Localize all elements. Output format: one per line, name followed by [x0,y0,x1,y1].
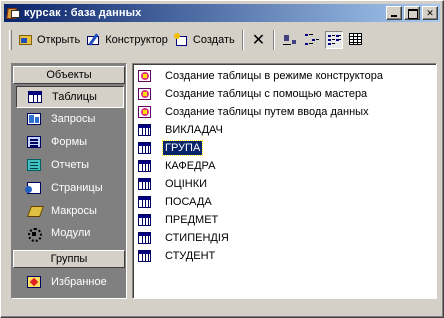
create-shortcut-icon [138,70,151,82]
minimize-button[interactable] [386,6,402,20]
small-icons-view-button[interactable] [303,31,321,49]
toolbar: Открыть Конструктор Создать ✕ [5,27,439,53]
list-view-button[interactable] [325,31,344,49]
design-label: Конструктор [105,34,168,46]
macro-icon [27,205,41,217]
table-row[interactable]: ГРУПА [138,139,204,157]
table-row[interactable]: ПОСАДА [138,193,214,211]
groups-header[interactable]: Группы [13,250,125,268]
list-item-label: Создание таблицы в режиме конструктора [165,70,383,82]
nav-item-favorites[interactable]: Избранное [16,271,124,293]
nav-item-label: Макросы [51,205,97,217]
nav-item-macros[interactable]: Макросы [16,200,124,222]
list-item[interactable]: Создание таблицы с помощью мастера [138,85,369,103]
create-label: Создать [192,34,235,46]
create-button[interactable]: Создать [171,29,238,51]
create-icon [173,33,190,47]
table-row[interactable]: КАФЕДРА [138,157,217,175]
table-icon [28,91,42,103]
open-label: Открыть [37,34,81,46]
design-icon [86,33,102,47]
nav-item-forms[interactable]: Формы [16,131,124,153]
table-icon [138,178,151,190]
toolbar-separator [273,30,276,50]
toolbar-grip[interactable] [9,30,12,50]
list-item-label: Создание таблицы путем ввода данных [165,106,369,118]
nav-item-label: Формы [51,136,88,148]
nav-item-label: Избранное [51,276,107,288]
report-icon [27,159,41,171]
create-shortcut-icon [138,88,151,100]
table-icon [138,250,151,262]
table-icon [138,214,151,226]
nav-item-tables[interactable]: Таблицы [16,86,124,108]
objects-bar: Объекты Таблицы Запросы Формы Отчеты Стр… [11,63,127,299]
table-icon [138,142,151,154]
database-window: курсак : база данных ✕ Открыть Конструкт… [0,0,444,318]
form-icon [27,136,41,148]
nav-item-label: Запросы [51,113,96,125]
delete-button[interactable]: ✕ [248,29,269,51]
nav-item-pages[interactable]: Страницы [16,177,124,199]
table-row[interactable]: ОЦІНКИ [138,175,209,193]
table-icon [138,232,151,244]
table-icon [138,196,151,208]
table-name: ГРУПА [161,140,204,156]
table-row[interactable]: СТИПЕНДІЯ [138,229,231,247]
close-button[interactable]: ✕ [422,6,438,20]
table-row[interactable]: СТУДЕНТ [138,247,217,265]
nav-item-label: Таблицы [52,91,97,103]
database-icon [6,7,21,19]
table-name: КАФЕДРА [165,160,216,172]
table-icon [138,124,151,136]
list-item[interactable]: Создание таблицы в режиме конструктора [138,67,385,85]
table-name: ОЦІНКИ [165,178,208,190]
page-icon [25,182,41,194]
design-button[interactable]: Конструктор [83,29,171,51]
objects-header[interactable]: Объекты [13,66,125,84]
object-list: Создание таблицы в режиме конструктора С… [132,63,437,299]
maximize-button[interactable] [404,6,420,20]
delete-icon: ✕ [251,32,266,49]
table-name: ПРЕДМЕТ [165,214,219,226]
table-name: ПОСАДА [165,196,212,208]
module-icon [27,227,42,242]
list-item-label: Создание таблицы с помощью мастера [165,88,368,100]
nav-item-label: Страницы [51,182,103,194]
nav-item-modules[interactable]: Модули [16,222,124,244]
large-icons-view-button[interactable] [281,31,299,49]
open-icon [18,33,34,47]
table-row[interactable]: ПРЕДМЕТ [138,211,220,229]
details-view-button[interactable] [347,31,365,49]
toolbar-separator [241,30,244,50]
nav-item-label: Модули [51,227,91,239]
query-icon [27,113,41,125]
list-item[interactable]: Создание таблицы путем ввода данных [138,103,371,121]
title-bar[interactable]: курсак : база данных ✕ [4,4,440,22]
nav-item-label: Отчеты [51,159,90,171]
window-title: курсак : база данных [24,7,142,19]
table-icon [138,160,151,172]
open-button[interactable]: Открыть [15,29,83,51]
nav-item-queries[interactable]: Запросы [16,108,124,130]
favorites-icon [27,276,41,288]
table-row[interactable]: ВИКЛАДАЧ [138,121,225,139]
table-name: СТИПЕНДІЯ [165,232,229,244]
create-shortcut-icon [138,106,151,118]
table-name: ВИКЛАДАЧ [165,124,223,136]
nav-item-reports[interactable]: Отчеты [16,154,124,176]
table-name: СТУДЕНТ [165,250,216,262]
